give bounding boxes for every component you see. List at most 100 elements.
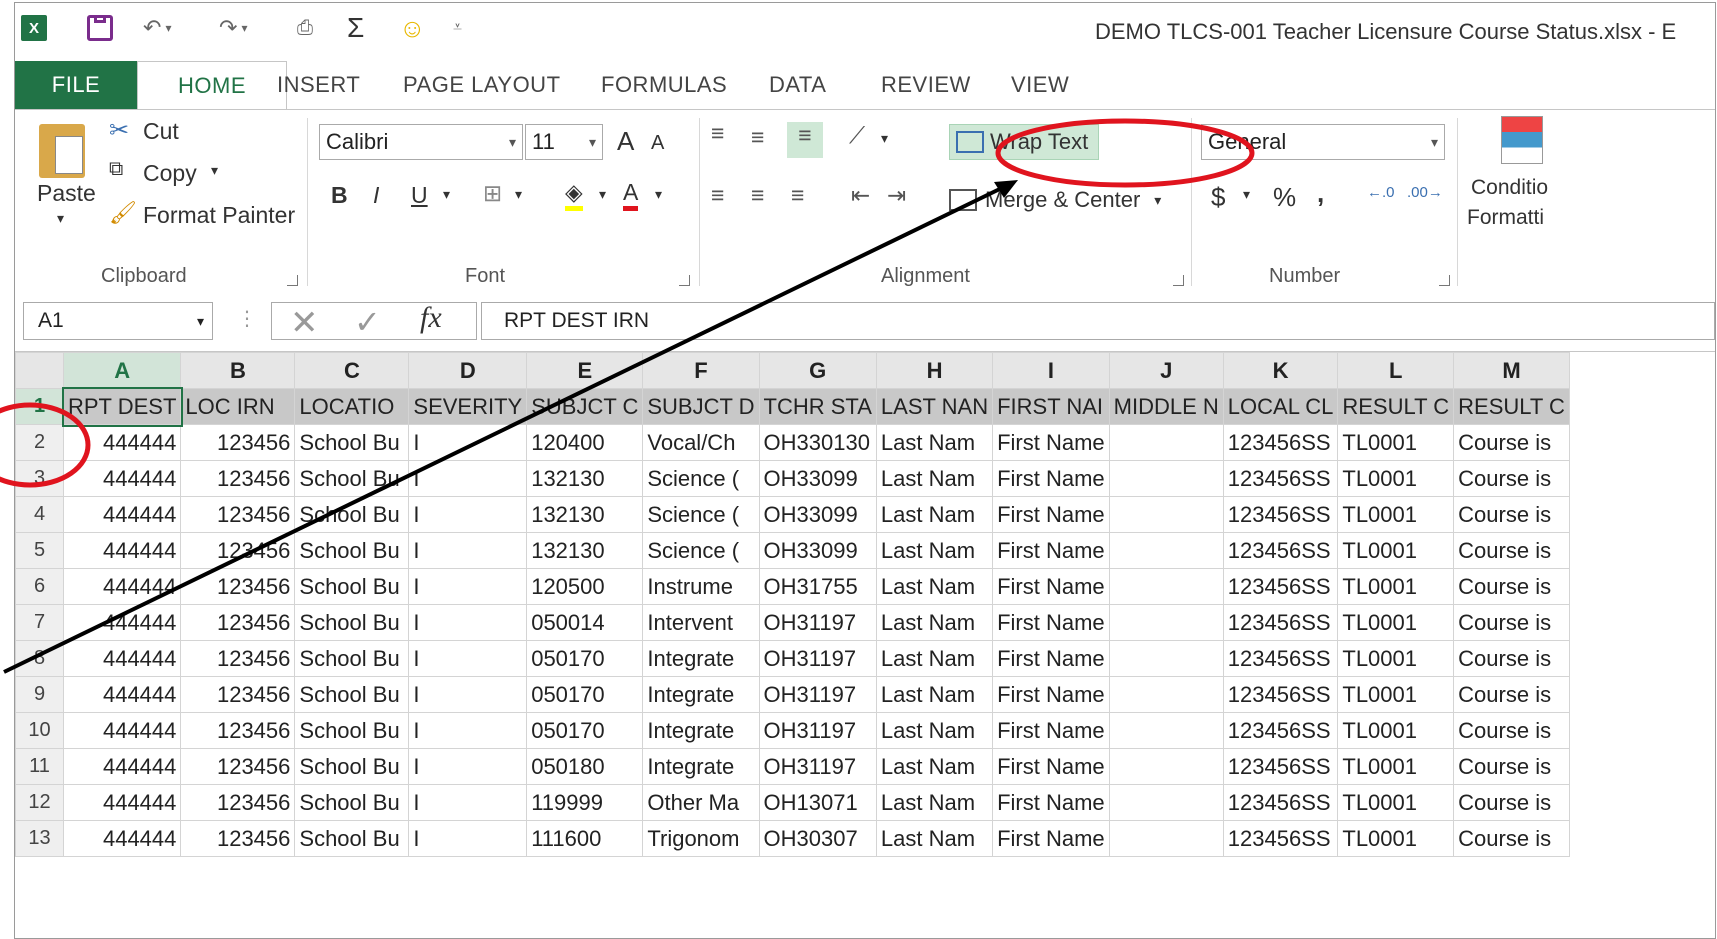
- cell-g1[interactable]: TCHR STA: [758, 388, 877, 425]
- cell-g13[interactable]: OH30307: [758, 820, 877, 857]
- cell-f13[interactable]: Trigonom: [642, 820, 760, 857]
- cell-j11[interactable]: [1108, 748, 1224, 785]
- column-header-c[interactable]: C: [294, 352, 410, 389]
- cell-j9[interactable]: [1108, 676, 1224, 713]
- column-header-a[interactable]: A: [62, 352, 182, 389]
- cell-j2[interactable]: [1108, 424, 1224, 461]
- cell-e10[interactable]: 050170: [526, 712, 644, 749]
- redo-icon[interactable]: ↷ ▾: [219, 13, 247, 43]
- cell-d3[interactable]: I: [408, 460, 528, 497]
- cell-a5[interactable]: 444444: [62, 532, 182, 569]
- cell-k5[interactable]: 123456SS: [1222, 532, 1339, 569]
- cell-d5[interactable]: I: [408, 532, 528, 569]
- cell-b9[interactable]: 123456: [180, 676, 296, 713]
- row-header-11[interactable]: 11: [15, 748, 64, 785]
- smiley-icon[interactable]: ☺: [399, 13, 426, 43]
- cell-g9[interactable]: OH31197: [758, 676, 877, 713]
- number-format-combo[interactable]: General ▾: [1201, 124, 1445, 160]
- cell-l4[interactable]: TL0001: [1337, 496, 1455, 533]
- column-header-f[interactable]: F: [642, 352, 760, 389]
- cell-a3[interactable]: 444444: [62, 460, 182, 497]
- cell-c4[interactable]: School Bu: [294, 496, 410, 533]
- cell-f5[interactable]: Science (: [642, 532, 760, 569]
- cell-m3[interactable]: Course is: [1453, 460, 1570, 497]
- select-all-corner[interactable]: [15, 352, 64, 389]
- cell-m1[interactable]: RESULT C: [1453, 388, 1570, 425]
- cell-f2[interactable]: Vocal/Ch: [642, 424, 760, 461]
- row-header-13[interactable]: 13: [15, 820, 64, 857]
- cell-e11[interactable]: 050180: [526, 748, 644, 785]
- cell-g3[interactable]: OH33099: [758, 460, 877, 497]
- row-header-4[interactable]: 4: [15, 496, 64, 533]
- cell-h6[interactable]: Last Nam: [875, 568, 994, 605]
- cell-e6[interactable]: 120500: [526, 568, 644, 605]
- comma-button[interactable]: ,: [1317, 178, 1324, 209]
- cell-m9[interactable]: Course is: [1453, 676, 1570, 713]
- cell-h5[interactable]: Last Nam: [875, 532, 994, 569]
- cell-l9[interactable]: TL0001: [1337, 676, 1455, 713]
- cell-m6[interactable]: Course is: [1453, 568, 1570, 605]
- cell-m7[interactable]: Course is: [1453, 604, 1570, 641]
- undo-icon[interactable]: ↶ ▾: [143, 13, 171, 43]
- cell-c9[interactable]: School Bu: [294, 676, 410, 713]
- conditional-formatting-label-2[interactable]: Formatti: [1467, 206, 1544, 230]
- cell-d6[interactable]: I: [408, 568, 528, 605]
- decrease-decimal-icon[interactable]: .00→: [1407, 184, 1443, 201]
- cell-g11[interactable]: OH31197: [758, 748, 877, 785]
- paste-dropdown-icon[interactable]: ▾: [57, 210, 64, 227]
- cell-l1[interactable]: RESULT C: [1337, 388, 1455, 425]
- row-header-3[interactable]: 3: [15, 460, 64, 497]
- currency-dropdown-icon[interactable]: ▾: [1243, 186, 1250, 203]
- cell-h4[interactable]: Last Nam: [875, 496, 994, 533]
- paste-button[interactable]: Paste: [37, 180, 96, 207]
- cell-d8[interactable]: I: [408, 640, 528, 677]
- cell-e3[interactable]: 132130: [526, 460, 644, 497]
- cell-l6[interactable]: TL0001: [1337, 568, 1455, 605]
- cell-c5[interactable]: School Bu: [294, 532, 410, 569]
- cell-d13[interactable]: I: [408, 820, 528, 857]
- column-header-i[interactable]: I: [992, 352, 1110, 389]
- cell-k10[interactable]: 123456SS: [1222, 712, 1339, 749]
- format-painter-button[interactable]: Format Painter: [143, 202, 295, 229]
- cell-d4[interactable]: I: [408, 496, 528, 533]
- cell-f8[interactable]: Integrate: [642, 640, 760, 677]
- cell-f12[interactable]: Other Ma: [642, 784, 760, 821]
- cell-i12[interactable]: First Name: [992, 784, 1110, 821]
- column-header-g[interactable]: G: [758, 352, 877, 389]
- cell-i10[interactable]: First Name: [992, 712, 1110, 749]
- tab-formulas[interactable]: FORMULAS: [601, 61, 727, 109]
- cell-l7[interactable]: TL0001: [1337, 604, 1455, 641]
- cell-k11[interactable]: 123456SS: [1222, 748, 1339, 785]
- percent-button[interactable]: %: [1273, 182, 1296, 213]
- row-header-12[interactable]: 12: [15, 784, 64, 821]
- cell-b3[interactable]: 123456: [180, 460, 296, 497]
- row-header-6[interactable]: 6: [15, 568, 64, 605]
- tab-view[interactable]: VIEW: [1011, 61, 1069, 109]
- cell-c12[interactable]: School Bu: [294, 784, 410, 821]
- cell-g4[interactable]: OH33099: [758, 496, 877, 533]
- cell-d7[interactable]: I: [408, 604, 528, 641]
- bottom-align-icon[interactable]: ≡: [787, 122, 823, 158]
- cell-c7[interactable]: School Bu: [294, 604, 410, 641]
- cancel-icon[interactable]: ✕: [290, 303, 319, 343]
- cell-h11[interactable]: Last Nam: [875, 748, 994, 785]
- cut-button[interactable]: Cut: [143, 118, 179, 145]
- row-header-8[interactable]: 8: [15, 640, 64, 677]
- cell-j13[interactable]: [1108, 820, 1224, 857]
- decrease-indent-icon[interactable]: ⇤: [851, 182, 870, 209]
- cell-k13[interactable]: 123456SS: [1222, 820, 1339, 857]
- tab-home[interactable]: HOME: [137, 61, 287, 111]
- cell-i9[interactable]: First Name: [992, 676, 1110, 713]
- customize-qat-icon[interactable]: ⩡: [453, 13, 462, 43]
- conditional-formatting-label-1[interactable]: Conditio: [1471, 176, 1548, 200]
- cell-i13[interactable]: First Name: [992, 820, 1110, 857]
- cell-m8[interactable]: Course is: [1453, 640, 1570, 677]
- cell-m2[interactable]: Course is: [1453, 424, 1570, 461]
- column-header-e[interactable]: E: [526, 352, 644, 389]
- enter-icon[interactable]: ✓: [354, 303, 381, 341]
- italic-button[interactable]: I: [373, 182, 379, 209]
- save-icon[interactable]: [87, 15, 113, 41]
- cell-f3[interactable]: Science (: [642, 460, 760, 497]
- cell-m10[interactable]: Course is: [1453, 712, 1570, 749]
- row-header-9[interactable]: 9: [15, 676, 64, 713]
